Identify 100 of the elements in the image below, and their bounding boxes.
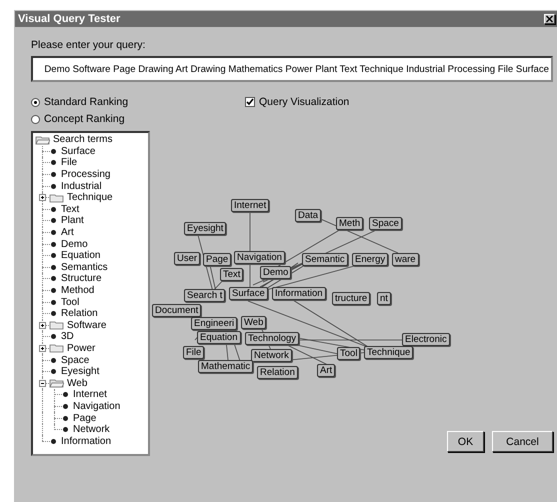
folder-icon <box>49 343 64 354</box>
graph-node[interactable]: Navigation <box>234 251 285 264</box>
tree-item[interactable]: Web <box>65 378 90 389</box>
bullet-icon <box>51 218 56 224</box>
tree-item[interactable]: Search terms <box>51 134 114 146</box>
graph-node[interactable]: Information <box>272 287 326 300</box>
bullet-icon <box>51 230 56 236</box>
graph-node[interactable]: Mathematic <box>198 360 254 373</box>
graph-node[interactable]: Demo <box>260 266 292 279</box>
radio-button[interactable] <box>31 114 40 124</box>
tree-item[interactable]: Navigation <box>71 400 122 412</box>
tree-item[interactable]: Structure <box>59 273 104 284</box>
tree-item[interactable]: File <box>59 157 80 168</box>
bullet-icon <box>51 288 56 294</box>
graph-node[interactable]: Web <box>241 316 266 329</box>
tree-item[interactable]: Text <box>59 204 82 215</box>
tree-item[interactable]: Processing <box>59 169 112 180</box>
tree-item[interactable]: Internet <box>71 389 109 400</box>
graph-node[interactable]: Tool <box>337 347 360 360</box>
graph-node[interactable]: File <box>183 346 204 359</box>
tree-item[interactable]: Eyesight <box>59 366 102 378</box>
bullet-icon <box>51 253 56 258</box>
folder-icon <box>49 320 64 330</box>
tree-item[interactable]: Tool <box>59 296 82 308</box>
tree-item[interactable]: Power <box>65 342 98 354</box>
graph-node[interactable]: tructure <box>332 292 370 305</box>
bullet-icon <box>51 242 56 247</box>
graph-node[interactable]: Art <box>317 364 336 377</box>
tree-item[interactable]: Space <box>59 354 92 366</box>
graph-node[interactable]: Data <box>295 209 322 222</box>
graph-node[interactable]: Meth <box>336 217 364 230</box>
graph-node[interactable]: nt <box>377 292 391 305</box>
bullet-icon <box>51 172 56 178</box>
bullet-icon <box>51 148 56 154</box>
graph-node[interactable]: ware <box>392 253 419 266</box>
ok-button[interactable]: OK <box>447 431 484 452</box>
tree-item[interactable]: Equation <box>59 250 102 262</box>
graph-node[interactable]: Engineeri <box>191 317 238 330</box>
open-folder-icon <box>49 378 64 388</box>
graph-node[interactable]: Internet <box>231 199 270 212</box>
bullet-icon <box>51 206 56 212</box>
graph-node[interactable]: Page <box>203 253 232 266</box>
graph-node[interactable]: Equation <box>197 331 241 344</box>
graph-node[interactable]: Electronic <box>402 333 450 346</box>
checkbox[interactable] <box>245 97 255 107</box>
tree-item[interactable]: Surface <box>59 146 98 157</box>
graph-node[interactable]: Network <box>251 349 292 362</box>
close-icon <box>545 15 554 23</box>
query-field[interactable]: Demo Software Page Drawing Art Drawing Mathematics Power Plant Text Technique Industrial Processing File Surface <box>31 56 553 82</box>
radio-button[interactable] <box>31 98 40 106</box>
bullet-icon <box>51 438 56 444</box>
bullet-icon <box>51 369 56 374</box>
close-button[interactable] <box>544 14 555 24</box>
cancel-button[interactable]: Cancel <box>492 431 553 452</box>
graph-node[interactable]: Surface <box>229 287 268 300</box>
tree-item[interactable]: Industrial <box>59 180 104 192</box>
tree-item[interactable]: Network <box>71 424 112 436</box>
bullet-icon <box>51 358 56 363</box>
tree-item[interactable]: Semantics <box>59 262 110 273</box>
expand-icon[interactable] <box>39 344 46 352</box>
tree-item[interactable]: Method <box>59 285 96 296</box>
bullet-icon <box>63 416 68 421</box>
tree-item[interactable]: Relation <box>59 308 100 320</box>
tree-item[interactable]: Art <box>59 227 76 238</box>
tree-item[interactable]: Information <box>59 436 114 447</box>
bullet-icon <box>51 300 56 305</box>
bullet-icon <box>51 264 56 270</box>
graph-node[interactable]: User <box>174 252 200 265</box>
bullet-icon <box>51 160 56 166</box>
tree-item[interactable]: Software <box>65 320 108 331</box>
tree-item[interactable]: Page <box>71 412 98 424</box>
tree-item[interactable]: Plant <box>59 215 86 226</box>
bullet-icon <box>51 276 56 282</box>
expand-icon[interactable] <box>39 322 46 329</box>
tree-item[interactable]: Demo <box>59 238 90 250</box>
query-label: Please enter your query: <box>31 39 146 51</box>
bullet-icon <box>51 184 56 189</box>
folder-icon <box>49 192 64 203</box>
bullet-icon <box>51 334 56 340</box>
tree-item[interactable]: 3D <box>59 331 76 342</box>
graph-node[interactable]: Semantic <box>302 253 348 266</box>
expand-icon[interactable] <box>39 194 46 202</box>
checkbox-label[interactable]: Query Visualization <box>259 96 350 108</box>
bullet-icon <box>51 311 56 316</box>
radio-label[interactable]: Standard Ranking <box>44 96 128 108</box>
window-title: Visual Query Tester <box>18 13 120 25</box>
graph-node[interactable]: Eyesight <box>184 222 226 235</box>
bullet-icon <box>63 392 68 398</box>
bullet-icon <box>63 404 68 409</box>
graph-node[interactable]: Relation <box>257 366 298 379</box>
radio-label[interactable]: Concept Ranking <box>44 113 125 125</box>
graph-node[interactable]: Text <box>220 268 244 281</box>
graph-node[interactable]: Technology <box>245 332 300 345</box>
collapse-icon[interactable] <box>39 380 46 387</box>
graph-node[interactable]: Technique <box>364 346 414 359</box>
tree-item[interactable]: Technique <box>65 192 115 204</box>
graph-node[interactable]: Energy <box>352 253 388 266</box>
graph-node[interactable]: Document <box>152 304 202 317</box>
graph-node[interactable]: Space <box>369 217 402 230</box>
graph-node[interactable]: Search t <box>184 289 226 302</box>
